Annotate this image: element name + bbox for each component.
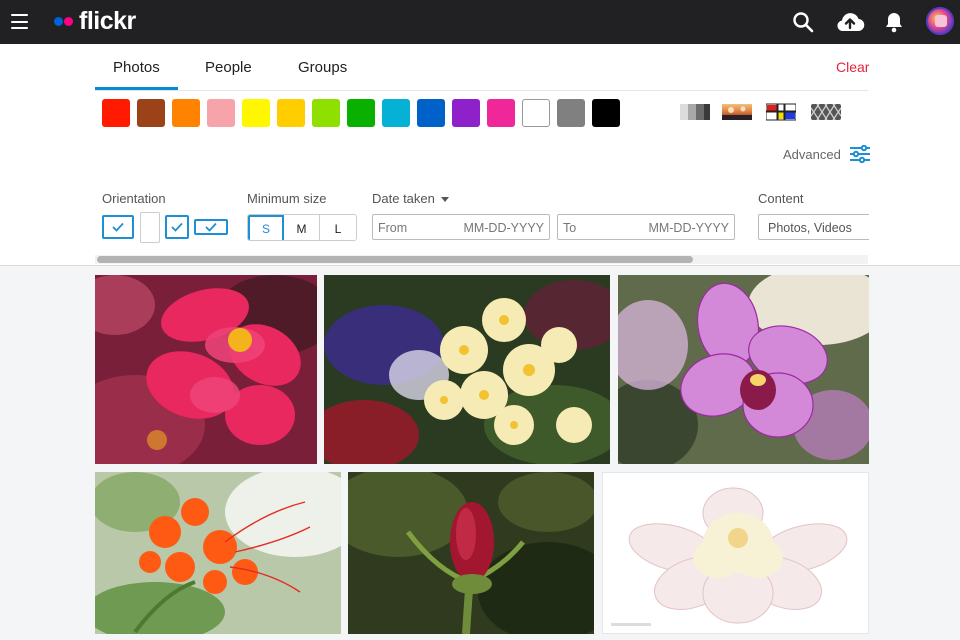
search-icon[interactable] — [789, 8, 817, 36]
color-swatch[interactable] — [592, 99, 620, 127]
minimum-size-selector: S M L — [247, 214, 357, 241]
scrollbar-thumb[interactable] — [97, 256, 693, 263]
pattern-icon[interactable] — [810, 102, 842, 122]
filters-horizontal-scrollbar[interactable] — [95, 255, 868, 264]
color-swatch[interactable] — [312, 99, 340, 127]
orientation-landscape-checkbox[interactable] — [102, 215, 134, 239]
logo-blue-dot — [54, 16, 63, 26]
photo-red-rosebud[interactable] — [348, 472, 594, 634]
content-type-select[interactable]: Photos, Videos — [758, 214, 869, 240]
photo-pink-begonia[interactable] — [95, 275, 317, 464]
logo-wordmark: flickr — [79, 6, 136, 35]
date-to-label: To — [563, 221, 577, 235]
content-label: Content — [758, 191, 804, 206]
color-swatch[interactable] — [102, 99, 130, 127]
orientation-panorama-checkbox[interactable] — [194, 219, 228, 235]
photo-white-peony[interactable] — [602, 472, 869, 634]
size-small-button[interactable]: S — [248, 215, 284, 240]
logo-pink-dot — [64, 16, 73, 26]
search-filter-panel: Photos People Groups Clear Advanced Orie… — [0, 44, 960, 266]
orientation-portrait-checkbox[interactable] — [140, 212, 160, 243]
check-icon — [171, 222, 183, 232]
color-swatch[interactable] — [557, 99, 585, 127]
shallow-depth-of-field-icon[interactable] — [722, 102, 752, 122]
user-avatar[interactable] — [926, 7, 954, 35]
orientation-square-checkbox[interactable] — [165, 215, 189, 239]
date-to-field[interactable]: To MM-DD-YYYY — [557, 214, 735, 240]
color-swatch[interactable] — [522, 99, 550, 127]
top-navigation-bar: flickr — [0, 0, 960, 44]
date-from-placeholder: MM-DD-YYYY — [463, 221, 544, 235]
upload-cloud-icon[interactable] — [834, 8, 866, 36]
color-swatch[interactable] — [417, 99, 445, 127]
tab-groups[interactable]: Groups — [298, 59, 347, 76]
date-from-label: From — [378, 221, 408, 235]
minimalist-icon[interactable] — [765, 102, 797, 122]
color-swatch[interactable] — [137, 99, 165, 127]
caret-down-icon — [440, 197, 449, 203]
photo-cream-primroses[interactable] — [324, 275, 610, 464]
minimum-size-label: Minimum size — [247, 191, 327, 206]
search-tabs: Photos People Groups — [95, 44, 868, 91]
notifications-bell-icon[interactable] — [880, 8, 908, 36]
photo-purple-orchid[interactable] — [618, 275, 869, 464]
check-icon — [112, 222, 124, 232]
color-swatches — [102, 99, 627, 127]
color-swatch[interactable] — [172, 99, 200, 127]
color-swatch[interactable] — [347, 99, 375, 127]
date-taken-label: Date taken — [372, 191, 435, 206]
color-swatch[interactable] — [242, 99, 270, 127]
size-large-button[interactable]: L — [320, 215, 356, 240]
size-medium-button[interactable]: M — [284, 215, 320, 240]
clear-filters-link[interactable]: Clear — [836, 59, 869, 75]
flickr-logo[interactable]: flickr — [54, 6, 136, 36]
color-swatch[interactable] — [207, 99, 235, 127]
advanced-toggle[interactable]: Advanced — [783, 147, 841, 162]
date-to-placeholder: MM-DD-YYYY — [648, 221, 729, 235]
color-swatch[interactable] — [382, 99, 410, 127]
color-swatch[interactable] — [487, 99, 515, 127]
date-from-field[interactable]: From MM-DD-YYYY — [372, 214, 550, 240]
color-swatch[interactable] — [452, 99, 480, 127]
black-and-white-icon[interactable] — [680, 102, 710, 122]
photo-orange-flowers[interactable] — [95, 472, 341, 634]
tab-people[interactable]: People — [205, 59, 252, 76]
date-taken-dropdown[interactable]: Date taken — [372, 191, 449, 206]
orientation-label: Orientation — [102, 191, 166, 206]
check-icon — [205, 222, 217, 232]
tab-photos[interactable]: Photos — [95, 59, 178, 90]
color-swatch[interactable] — [277, 99, 305, 127]
menu-icon[interactable] — [11, 14, 28, 29]
sliders-icon[interactable] — [850, 144, 870, 164]
